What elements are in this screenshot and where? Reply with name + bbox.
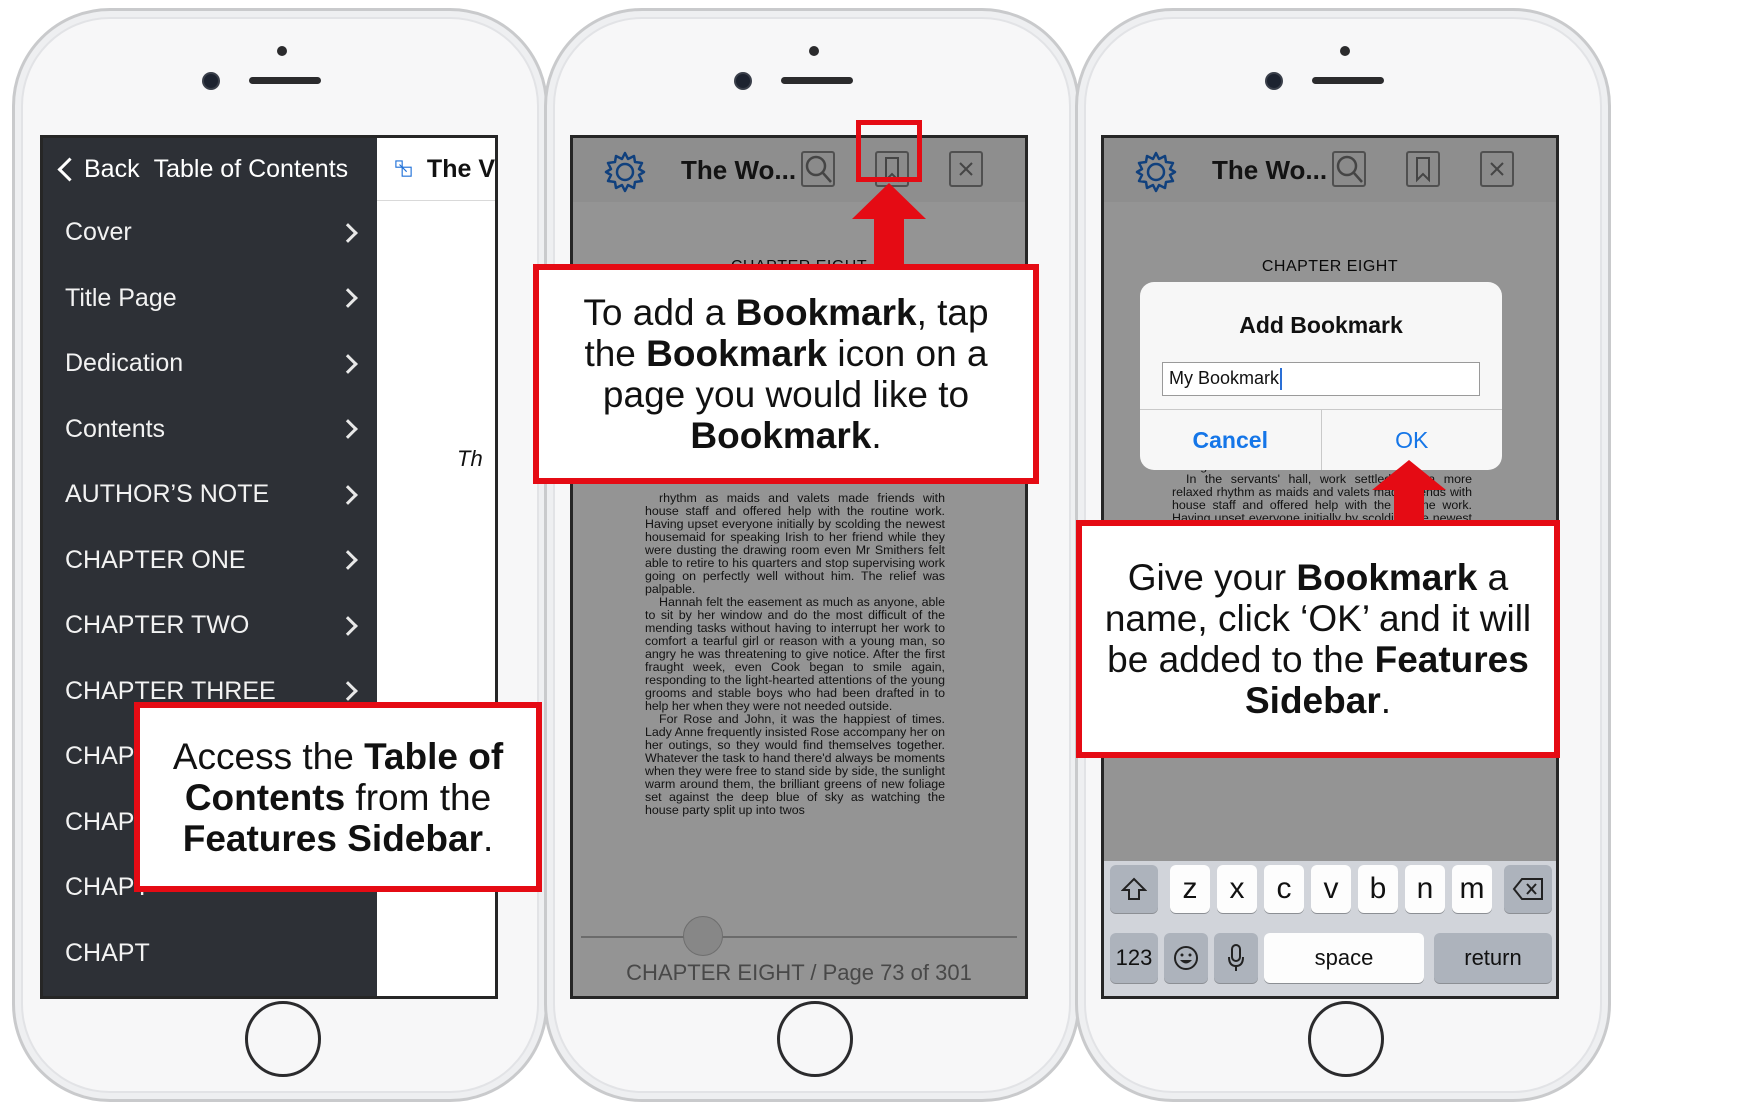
toc-item[interactable]: Contents: [43, 397, 377, 463]
front-camera: [1267, 74, 1281, 88]
reader-header-peek: The V: [377, 138, 495, 201]
toc-item-label: Title Page: [65, 283, 177, 312]
arrow-up-icon: [1372, 460, 1446, 524]
space-key[interactable]: space: [1264, 933, 1424, 983]
proximity-sensor: [1340, 46, 1350, 56]
input-value: My Bookmark: [1169, 368, 1280, 388]
text-caret: [1280, 368, 1283, 391]
emoji-icon: [1174, 946, 1198, 970]
chevron-right-icon: [338, 681, 358, 702]
callout-text: Give your Bookmark a name, click ‘OK’ an…: [1104, 557, 1532, 721]
back-button[interactable]: Back: [57, 155, 140, 184]
toc-item-label: Cover: [65, 218, 132, 247]
emoji-key[interactable]: [1164, 933, 1208, 983]
home-button[interactable]: [777, 1001, 853, 1077]
toc-item-label: AUTHOR’S NOTE: [65, 480, 270, 509]
dialog-buttons: Cancel OK: [1140, 409, 1502, 470]
numbers-key[interactable]: 123: [1110, 933, 1158, 983]
callout-text: To add a Bookmark, tap the Bookmark icon…: [583, 292, 989, 456]
callout-text: Access the Table of Contents from the Fe…: [172, 735, 504, 859]
return-key[interactable]: return: [1434, 933, 1552, 983]
keyboard: z x c v b n m 123 space return: [1104, 861, 1556, 996]
microphone-icon: [1228, 944, 1244, 971]
home-button[interactable]: [245, 1001, 321, 1077]
page-text-peek: Th: [457, 446, 483, 471]
front-camera: [204, 74, 218, 88]
key-v[interactable]: v: [1311, 865, 1351, 913]
toc-item-label: CHAPT: [65, 938, 150, 967]
toc-item-label: CHAPTER ONE: [65, 545, 246, 574]
collapse-sidebar-icon[interactable]: [395, 149, 413, 189]
front-camera: [736, 74, 750, 88]
chevron-right-icon: [338, 615, 358, 636]
earpiece-speaker: [1312, 77, 1384, 84]
toc-item[interactable]: Dedication: [43, 331, 377, 397]
dictation-key[interactable]: [1214, 933, 1258, 983]
chevron-right-icon: [338, 484, 358, 505]
chevron-right-icon: [338, 288, 358, 309]
dialog-title: Add Bookmark: [1239, 312, 1403, 338]
add-bookmark-dialog: Add Bookmark My Bookmark Cancel OK: [1140, 282, 1502, 470]
sidebar-title: Table of Contents: [153, 154, 349, 183]
toc-item[interactable]: Title Page: [43, 266, 377, 332]
key-n[interactable]: n: [1405, 865, 1445, 913]
chevron-right-icon: [338, 222, 358, 243]
arrow-up-icon: [852, 183, 926, 267]
chevron-left-icon: [57, 156, 82, 182]
home-button[interactable]: [1308, 1001, 1384, 1077]
book-title: The V: [426, 154, 495, 183]
toc-item[interactable]: CHAPTER TWO: [43, 593, 377, 659]
toc-item[interactable]: Cover: [43, 200, 377, 266]
cancel-button[interactable]: Cancel: [1140, 410, 1322, 470]
chevron-right-icon: [338, 419, 358, 440]
proximity-sensor: [277, 46, 287, 56]
key-x[interactable]: x: [1217, 865, 1257, 913]
shift-icon: [1121, 877, 1147, 900]
delete-key[interactable]: [1504, 865, 1552, 913]
back-label: Back: [84, 154, 140, 183]
key-c[interactable]: c: [1264, 865, 1304, 913]
sidebar-header: Back Table of Contents: [43, 138, 377, 200]
toc-item-label: Contents: [65, 414, 166, 443]
bookmark-highlight: [856, 120, 922, 182]
callout-name-bookmark: Give your Bookmark a name, click ‘OK’ an…: [1076, 520, 1560, 758]
key-z[interactable]: z: [1170, 865, 1210, 913]
backspace-icon: [1512, 878, 1543, 900]
toc-item-label: Dedication: [65, 349, 184, 378]
key-b[interactable]: b: [1358, 865, 1398, 913]
earpiece-speaker: [249, 77, 321, 84]
key-m[interactable]: m: [1452, 865, 1492, 913]
chevron-right-icon: [338, 550, 358, 571]
phone-frame-2: The Wo... CHAPTER EIGHT rhythm as maids …: [544, 8, 1080, 1102]
proximity-sensor: [809, 46, 819, 56]
chevron-right-icon: [338, 353, 358, 374]
toc-item-label: CHAPTER TWO: [65, 611, 250, 640]
toc-item[interactable]: AUTHOR’S NOTE: [43, 462, 377, 528]
shift-key[interactable]: [1110, 865, 1158, 913]
phone-frame-1: Back Table of Contents Cover Title Page …: [12, 8, 548, 1102]
toc-item[interactable]: CHAPT: [43, 921, 377, 987]
callout-add-bookmark: To add a Bookmark, tap the Bookmark icon…: [533, 264, 1039, 484]
toc-item[interactable]: CHAPTER ONE: [43, 528, 377, 594]
earpiece-speaker: [781, 77, 853, 84]
callout-table-of-contents: Access the Table of Contents from the Fe…: [134, 702, 542, 892]
bookmark-name-input[interactable]: My Bookmark: [1162, 362, 1480, 396]
